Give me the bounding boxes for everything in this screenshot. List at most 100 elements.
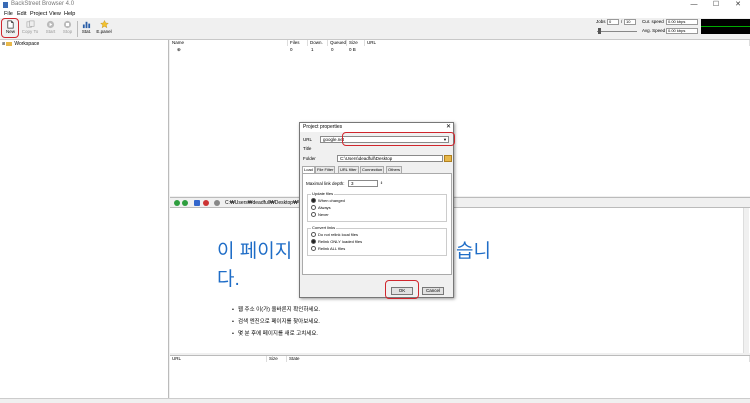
menu-view[interactable]: View xyxy=(49,10,61,18)
list-item: 몇 분 후에 페이지를 새로 고치세요. xyxy=(232,328,320,340)
url-highlight xyxy=(342,132,455,146)
ok-highlight xyxy=(385,280,419,299)
radio-never[interactable]: Never xyxy=(311,212,329,218)
error-heading-line2: 다. xyxy=(217,269,240,290)
list-item: 검색 엔진으로 페이지를 찾아보세요. xyxy=(232,316,320,328)
spinner-arrows-icon[interactable]: ⇕ xyxy=(380,180,383,187)
convert-links-title: Convert links xyxy=(311,225,337,231)
speed-slider-track[interactable] xyxy=(597,31,637,32)
viewer-toolbar: C:₩Users₩deadfull₩Desktop₩무실 xyxy=(170,197,750,208)
list-item: 웹 주소 이(가) 올바른지 확인하세요. xyxy=(232,304,320,316)
avg-speed-label: Avg. Speed xyxy=(642,28,666,33)
avg-speed-value: 0.00 kbps xyxy=(666,28,698,34)
home-icon[interactable] xyxy=(214,200,220,206)
dialog-close-button[interactable]: ✕ xyxy=(446,123,451,132)
workspace-tree: ⊞ Workspace xyxy=(0,40,169,398)
minimize-button[interactable]: — xyxy=(684,0,704,10)
row-queued: 0 xyxy=(331,47,334,52)
col-dl-url[interactable]: URL xyxy=(170,356,267,362)
error-heading-tail: 습니 xyxy=(456,241,491,262)
radio-relink-all[interactable]: Relink ALL files xyxy=(311,246,345,252)
menu-help[interactable]: Help xyxy=(64,10,75,18)
title-label: Title xyxy=(303,146,312,151)
window-title: BackStreet Browser 4.0 xyxy=(11,1,75,7)
cur-speed-label: Cur. speed xyxy=(642,19,664,24)
stats-icon xyxy=(82,21,91,29)
copy-to-label: Copy To xyxy=(21,29,39,34)
jobs-max-input[interactable]: 10 xyxy=(624,19,636,25)
dialog-title: Project properties xyxy=(300,123,453,132)
menu-project[interactable]: Project xyxy=(30,10,47,18)
tab-others[interactable]: Others xyxy=(386,166,403,173)
menu-file[interactable]: File xyxy=(4,10,13,18)
tab-connection[interactable]: Connection xyxy=(360,166,385,173)
project-list: Name Files Down. Queued Size URL ⊕ 0 1 0… xyxy=(170,40,750,196)
load-tab-panel: Maximal link depth: 3 ⇕ Update files Whe… xyxy=(302,173,452,275)
col-dl-size[interactable]: Size xyxy=(267,356,287,362)
menu-bar: File Edit Project View Help xyxy=(0,10,750,18)
download-list: URL Size State xyxy=(170,355,750,398)
menu-edit[interactable]: Edit xyxy=(17,10,26,18)
radio-relink-loaded[interactable]: Relink ONLY loaded files xyxy=(311,239,362,245)
close-button[interactable]: ✕ xyxy=(728,0,748,10)
tab-load[interactable]: Load xyxy=(302,166,315,173)
stop-button[interactable]: Stop xyxy=(59,19,76,38)
speed-slider-handle[interactable] xyxy=(598,28,601,34)
viewer-scrollbar[interactable] xyxy=(743,208,749,353)
tree-item-workspace[interactable]: ⊞ Workspace xyxy=(2,40,39,47)
workspace-folder-icon xyxy=(6,41,13,46)
traffic-graph xyxy=(701,19,750,34)
maximize-button[interactable]: ☐ xyxy=(706,0,726,10)
tree-item-label: Workspace xyxy=(14,41,40,47)
radio-always[interactable]: Always xyxy=(311,205,331,211)
update-files-title: Update files xyxy=(311,191,335,197)
stat-label: Stat. xyxy=(81,29,92,34)
viewer-address: C:₩Users₩deadfull₩Desktop₩무실 xyxy=(225,200,307,206)
traffic-line xyxy=(701,26,750,27)
row-down: 1 xyxy=(311,47,314,52)
star-icon xyxy=(99,20,109,29)
max-depth-label: Maximal link depth: xyxy=(306,181,345,186)
row-size: 0 B xyxy=(349,47,356,52)
radio-no-relink[interactable]: Do not relink local files xyxy=(311,232,358,238)
table-row[interactable]: ⊕ 0 1 0 0 B xyxy=(170,46,750,53)
dialog-tabs: Load File Filter URL filter Connection O… xyxy=(302,166,452,173)
project-icon: ⊕ xyxy=(177,47,181,52)
page-viewer: 이 페이지 습니 다. 웹 주소 이(가) 올바른지 확인하세요. 검색 엔진으… xyxy=(170,208,750,353)
folder-browse-icon[interactable] xyxy=(444,155,452,162)
start-label: Start xyxy=(45,29,56,34)
copy-icon xyxy=(26,20,34,28)
save-icon[interactable] xyxy=(194,200,200,206)
error-suggestions: 웹 주소 이(가) 올바른지 확인하세요. 검색 엔진으로 페이지를 찾아보세요… xyxy=(232,304,320,340)
epanel-label: E.panel xyxy=(96,29,112,34)
radio-when-changed[interactable]: When changed xyxy=(311,198,345,204)
tab-url-filter[interactable]: URL filter xyxy=(338,166,359,173)
folder-label: Folder xyxy=(303,156,316,161)
row-files: 0 xyxy=(290,47,293,52)
max-depth-input[interactable]: 3 xyxy=(348,180,378,187)
project-properties-dialog: Project properties ✕ URL google.net ▼ Ti… xyxy=(299,122,455,299)
expand-icon[interactable]: ⊞ xyxy=(2,41,5,46)
status-bar xyxy=(0,398,750,403)
jobs-label: Jobs xyxy=(596,19,606,24)
error-heading-line1: 이 페이지 xyxy=(217,241,293,262)
start-button[interactable]: Start xyxy=(42,19,59,38)
jobs-input[interactable]: 0 xyxy=(607,19,619,25)
new-button-highlight xyxy=(1,18,19,38)
tab-file-filter[interactable]: File Filter xyxy=(315,166,336,173)
copy-to-button[interactable]: Copy To xyxy=(20,19,40,38)
play-icon xyxy=(46,20,55,29)
col-dl-state[interactable]: State xyxy=(287,356,750,362)
cur-speed-value: 0.00 kbps xyxy=(666,19,698,25)
forward-icon[interactable] xyxy=(182,200,188,206)
folder-input[interactable]: C:\Users\deadfull\Desktop xyxy=(337,155,443,162)
convert-links-group: Convert links Do not relink local files … xyxy=(307,225,447,256)
stat-button[interactable]: Stat. xyxy=(78,19,95,38)
app-icon xyxy=(3,2,8,8)
stop-load-icon[interactable] xyxy=(203,200,209,206)
stop-icon xyxy=(63,20,72,29)
epanel-button[interactable]: E.panel xyxy=(95,19,113,38)
cancel-button[interactable]: Cancel xyxy=(422,287,444,295)
back-icon[interactable] xyxy=(174,200,180,206)
update-files-group: Update files When changed Always Never xyxy=(307,191,447,222)
